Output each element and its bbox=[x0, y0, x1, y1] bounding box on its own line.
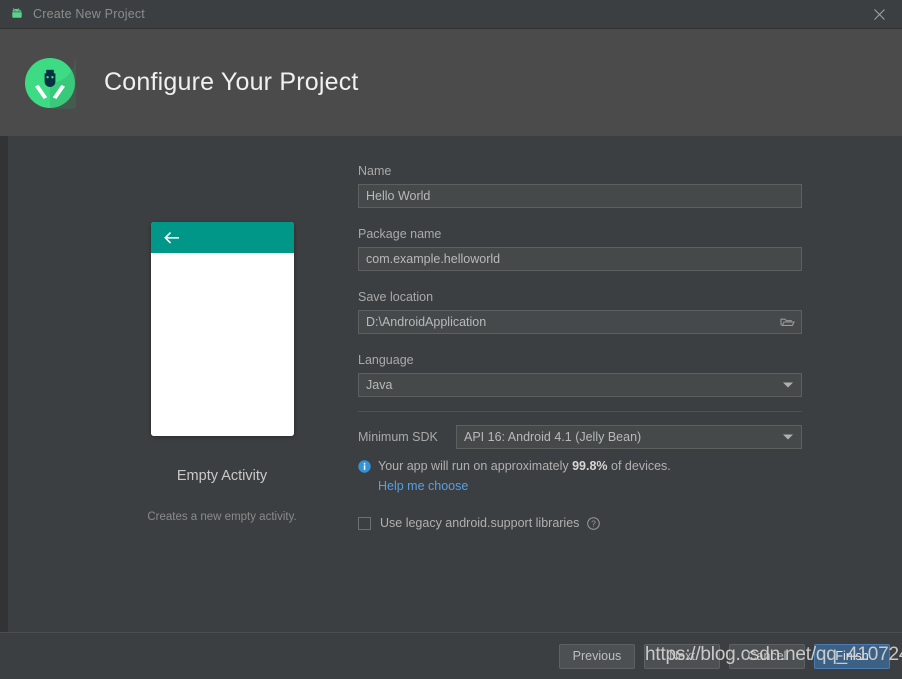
minimum-sdk-select-value: API 16: Android 4.1 (Jelly Bean) bbox=[464, 430, 642, 444]
project-config-form: Name Hello World Package name com.exampl… bbox=[358, 164, 802, 530]
device-coverage-text: Your app will run on approximately 99.8%… bbox=[378, 458, 671, 474]
help-me-choose-link[interactable]: Help me choose bbox=[378, 479, 468, 493]
dialog-header: Configure Your Project bbox=[0, 29, 902, 136]
name-input[interactable]: Hello World bbox=[358, 184, 802, 208]
package-name-label: Package name bbox=[358, 227, 442, 241]
back-arrow-icon bbox=[163, 231, 179, 244]
dialog-footer: Previous Next Cancel Finish bbox=[0, 632, 902, 679]
legacy-libraries-row: Use legacy android.support libraries ? bbox=[358, 516, 802, 530]
next-button[interactable]: Next bbox=[644, 643, 720, 669]
language-select[interactable]: Java bbox=[358, 373, 802, 397]
browse-folder-button[interactable] bbox=[779, 315, 795, 329]
template-preview-card bbox=[150, 222, 294, 436]
svg-text:?: ? bbox=[592, 518, 597, 528]
android-icon bbox=[12, 7, 22, 18]
question-mark-icon[interactable]: ? bbox=[587, 516, 601, 530]
titlebar-title: Create New Project bbox=[33, 7, 145, 21]
save-location-input[interactable]: D:\AndroidApplication bbox=[358, 310, 802, 334]
coverage-prefix: Your app will run on approximately bbox=[378, 459, 573, 473]
finish-button[interactable]: Finish bbox=[814, 643, 890, 669]
info-icon bbox=[358, 460, 371, 473]
language-select-value: Java bbox=[366, 378, 393, 392]
legacy-libraries-checkbox[interactable] bbox=[358, 516, 371, 530]
window-titlebar: Create New Project bbox=[0, 0, 902, 29]
minimum-sdk-label: Minimum SDK bbox=[358, 430, 438, 444]
name-label: Name bbox=[358, 164, 392, 178]
save-location-label: Save location bbox=[358, 290, 434, 304]
save-location-input-value: D:\AndroidApplication bbox=[366, 315, 487, 329]
coverage-suffix: of devices. bbox=[607, 459, 671, 473]
chevron-down-icon bbox=[783, 382, 793, 388]
dialog-content: Empty Activity Creates a new empty activ… bbox=[0, 136, 902, 650]
page-title: Configure Your Project bbox=[104, 68, 359, 96]
name-input-value: Hello World bbox=[366, 189, 431, 203]
preview-card-body bbox=[150, 253, 294, 436]
form-divider bbox=[358, 411, 802, 412]
close-window-button[interactable] bbox=[856, 0, 902, 28]
package-name-input[interactable]: com.example.helloworld bbox=[358, 247, 802, 271]
previous-button[interactable]: Previous bbox=[559, 643, 635, 669]
android-studio-logo bbox=[25, 57, 76, 109]
template-preview-panel: Empty Activity Creates a new empty activ… bbox=[104, 222, 340, 523]
close-icon bbox=[873, 8, 885, 20]
folder-icon bbox=[779, 318, 795, 326]
legacy-libraries-label: Use legacy android.support libraries bbox=[380, 516, 580, 530]
device-coverage-note: Your app will run on approximately 99.8%… bbox=[358, 458, 802, 495]
chevron-down-icon bbox=[783, 434, 793, 440]
package-name-input-value: com.example.helloworld bbox=[366, 252, 501, 266]
preview-appbar bbox=[150, 222, 294, 253]
cancel-button[interactable]: Cancel bbox=[729, 643, 805, 669]
coverage-percent: 99.8% bbox=[572, 459, 608, 473]
minimum-sdk-row: Minimum SDK API 16: Android 4.1 (Jelly B… bbox=[358, 425, 802, 449]
minimum-sdk-select[interactable]: API 16: Android 4.1 (Jelly Bean) bbox=[456, 425, 802, 449]
template-name: Empty Activity bbox=[176, 468, 268, 484]
left-edge-strip bbox=[0, 136, 8, 650]
template-description: Creates a new empty activity. bbox=[147, 511, 297, 523]
language-label: Language bbox=[358, 353, 414, 367]
